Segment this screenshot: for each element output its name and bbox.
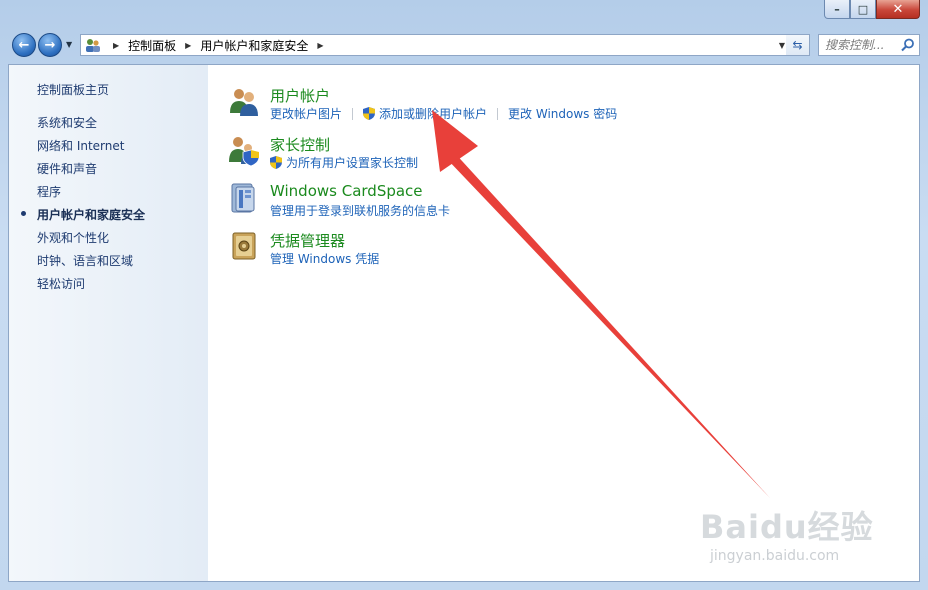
watermark-site: jingyan.baidu.com: [710, 548, 840, 564]
window-frame: – □ ✕ ← → ▼ ▶ 控制面板 ▶ 用户帐户和家庭安全 ▶ ▼ ⇆ 搜索控…: [0, 0, 928, 590]
baidu-watermark: Baidu经验 jingyan.baidu.com: [700, 490, 900, 580]
watermark-brand: Baidu经验: [700, 508, 874, 546]
